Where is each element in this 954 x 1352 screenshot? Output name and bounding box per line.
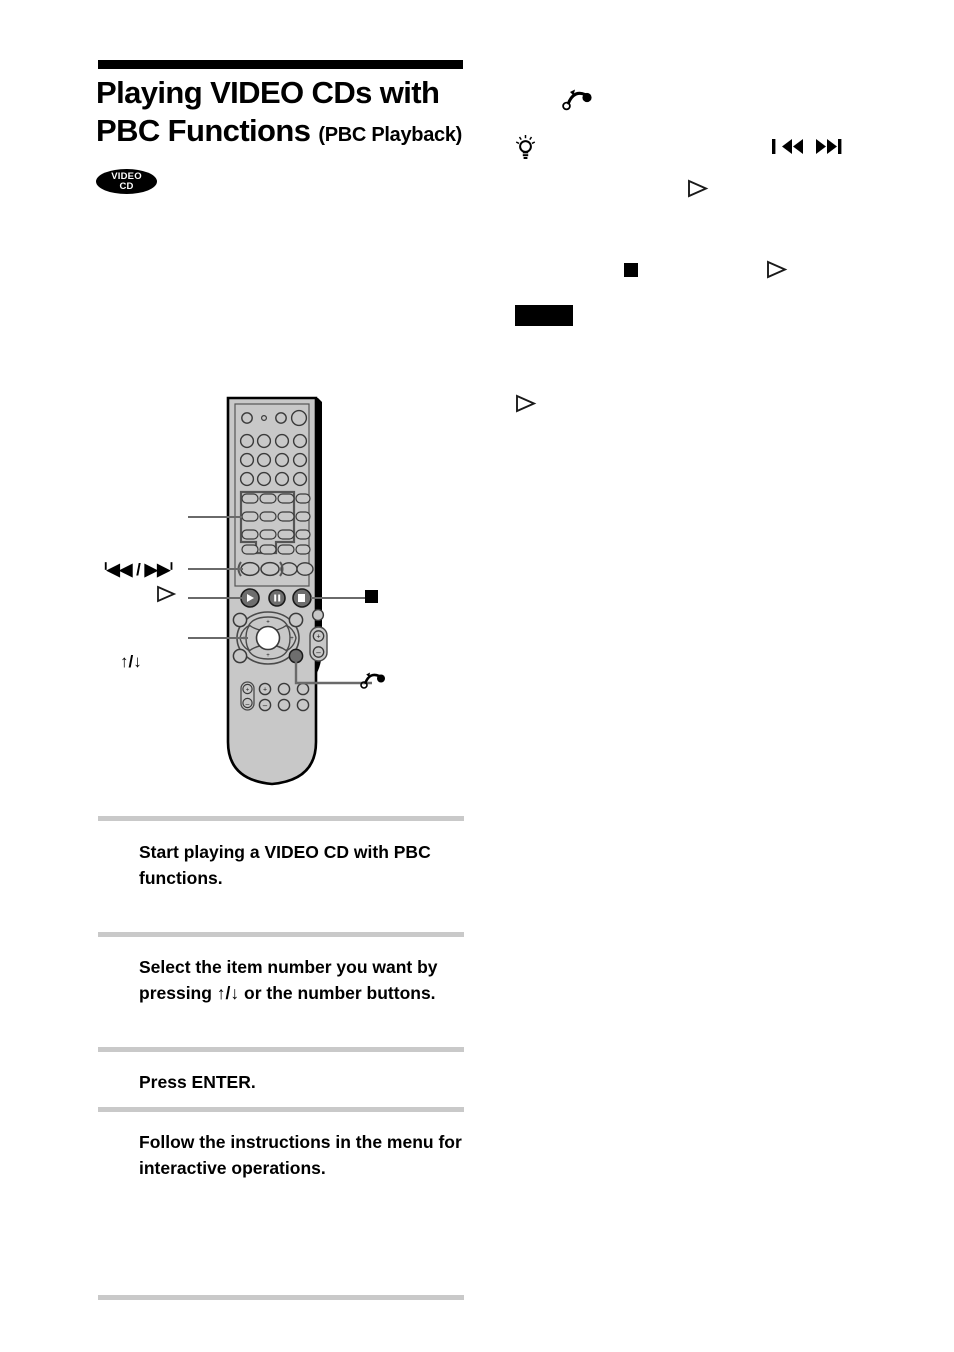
step-4-text: Follow the instructions in the menu for … (139, 1132, 462, 1178)
number-button-1[interactable] (241, 493, 259, 504)
bottom-button[interactable] (277, 698, 291, 712)
play-icon-3 (514, 394, 538, 413)
minus-icon: – (316, 648, 321, 657)
aux-button[interactable] (295, 544, 311, 555)
page-title-line2: PBC Functions (96, 112, 311, 148)
step-separator-2 (98, 932, 464, 937)
title-rule (98, 60, 463, 69)
bottom-button[interactable] (277, 682, 291, 696)
redacted-block (515, 305, 573, 326)
callout-label-skip: ᑊ◀◀ / ▶▶ᑊ (104, 560, 173, 579)
function-button[interactable] (239, 433, 255, 449)
function-button[interactable] (292, 452, 308, 468)
top-menu-button[interactable] (288, 612, 304, 628)
clear-button[interactable] (241, 544, 259, 555)
function-button[interactable] (256, 452, 272, 468)
minus-icon: – (246, 701, 250, 708)
aux-button[interactable] (295, 511, 311, 522)
plus-icon: + (246, 688, 250, 694)
number-button-9[interactable] (277, 529, 295, 540)
number-button-6[interactable] (277, 511, 295, 522)
indicator-led (261, 415, 268, 422)
step-separator-5 (98, 1295, 464, 1300)
bottom-button[interactable] (296, 698, 310, 712)
function-button[interactable] (274, 452, 290, 468)
remote-control-illustration: + + + + + – + – + – (188, 396, 372, 786)
aux-button[interactable] (295, 493, 311, 504)
skip-prev-next-icon (772, 136, 848, 158)
dpad-up-arrow-icon: + (266, 620, 270, 626)
function-button[interactable] (239, 452, 255, 468)
play-icon (688, 179, 709, 198)
step-separator-3 (98, 1047, 464, 1052)
number-button-3[interactable] (277, 493, 295, 504)
tip-bulb-icon (514, 134, 538, 160)
dpad-down-arrow-icon: + (266, 653, 270, 659)
skip-scan-row[interactable] (237, 561, 314, 577)
number-button-8[interactable] (259, 529, 277, 540)
function-button[interactable] (256, 433, 272, 449)
plus-icon: + (316, 634, 320, 641)
plus-icon: + (263, 687, 267, 694)
pause-icon-bar-left (274, 594, 277, 602)
function-button[interactable] (239, 471, 255, 487)
step-separator-4 (98, 1107, 464, 1112)
number-button-2[interactable] (259, 493, 277, 504)
function-button[interactable] (292, 433, 308, 449)
stop-icon (624, 263, 638, 277)
pause-button[interactable] (268, 589, 286, 607)
skip-icon (772, 139, 842, 154)
scan-fwd-button[interactable] (296, 562, 314, 576)
menu-button[interactable] (232, 612, 248, 628)
number-button-0[interactable] (259, 544, 277, 555)
skip-next-button[interactable] (260, 561, 280, 577)
callout-label-stop (364, 589, 379, 609)
return-icon (360, 672, 385, 689)
display-button[interactable] (232, 648, 248, 664)
callout-label-play (155, 585, 177, 608)
return-icon-top (562, 88, 596, 112)
number-button-7[interactable] (241, 529, 259, 540)
callout-label-return (360, 670, 388, 695)
stop-icon-1 (623, 262, 639, 278)
stop-icon (365, 590, 378, 603)
enter-button[interactable] (255, 625, 281, 651)
page-title-line1: Playing VIDEO CDs with (96, 75, 440, 110)
return-icon (562, 89, 592, 111)
function-button[interactable] (256, 471, 272, 487)
dpad-right-arrow-icon: + (290, 636, 294, 642)
stop-icon (298, 594, 305, 602)
number-button-5[interactable] (259, 511, 277, 522)
power-button[interactable] (241, 412, 253, 424)
play-icon-1 (686, 179, 710, 198)
manual-page: Playing VIDEO CDs with PBC Functions (PB… (0, 0, 954, 1352)
aux-button[interactable] (295, 529, 311, 540)
callout-label-up-down: ↑/↓ (120, 652, 142, 671)
enter-pad-button[interactable] (277, 544, 295, 555)
skip-prev-button[interactable] (240, 561, 260, 577)
function-button[interactable] (292, 471, 308, 487)
number-button-4[interactable] (241, 511, 259, 522)
video-cd-badge: VIDEO CD (96, 169, 157, 194)
video-cd-badge-line2: CD (119, 180, 134, 192)
side-button[interactable] (311, 608, 325, 622)
bottom-button[interactable] (296, 682, 310, 696)
tv-button[interactable] (275, 412, 287, 424)
pause-icon-bar-right (278, 594, 281, 602)
play-icon (767, 260, 788, 279)
sleep-button[interactable] (290, 409, 308, 427)
play-icon-2 (765, 260, 789, 279)
step-2-text: Select the item number you want by press… (139, 957, 438, 1003)
step-3-text: Press ENTER. (139, 1072, 256, 1092)
play-icon (157, 585, 177, 603)
play-icon (516, 394, 537, 413)
page-title-suffix: (PBC Playback) (318, 123, 463, 146)
function-button[interactable] (274, 433, 290, 449)
step-1-text: Start playing a VIDEO CD with PBC functi… (139, 842, 431, 888)
minus-icon: – (263, 701, 268, 710)
function-button[interactable] (274, 471, 290, 487)
step-separator-1 (98, 816, 464, 821)
page-title: Playing VIDEO CDs with PBC Functions (PB… (96, 74, 516, 150)
lightbulb-icon (515, 135, 536, 159)
